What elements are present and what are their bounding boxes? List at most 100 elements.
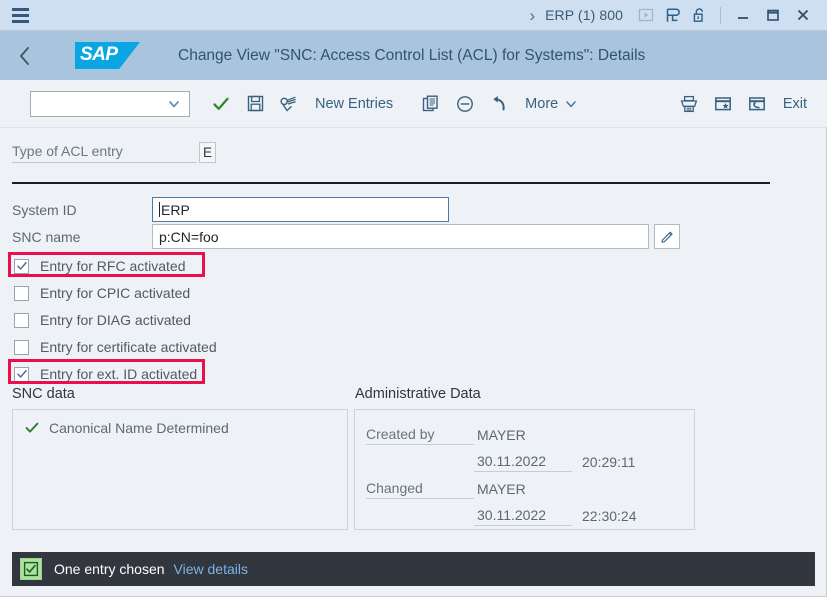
changed-by-value: MAYER xyxy=(477,481,526,497)
sap-logo[interactable]: SAP xyxy=(75,42,140,69)
system-id-value: ERP xyxy=(161,201,190,218)
created-time-value: 20:29:11 xyxy=(582,454,636,470)
display-change-button[interactable] xyxy=(272,87,306,121)
print-icon xyxy=(680,95,698,112)
close-button[interactable] xyxy=(788,2,818,29)
snc-name-label: SNC name xyxy=(12,228,81,245)
admin-created-date-row: 30.11.2022 20:29:11 xyxy=(366,445,637,472)
checkbox-label-rfc: Entry for RFC activated xyxy=(40,258,186,274)
undo-button[interactable] xyxy=(482,87,516,121)
chevron-right-icon[interactable]: › xyxy=(525,7,545,24)
save-button[interactable] xyxy=(238,87,272,121)
changed-label: Changed xyxy=(366,480,474,499)
delete-button[interactable] xyxy=(448,87,482,121)
check-button[interactable] xyxy=(204,87,238,121)
status-message: One entry chosen xyxy=(54,561,165,577)
more-button-label: More xyxy=(525,95,559,112)
check-icon xyxy=(16,369,27,378)
delete-icon xyxy=(457,95,474,112)
snc-name-input[interactable]: p:CN=foo xyxy=(152,224,649,249)
checked-box-icon xyxy=(20,558,42,580)
acl-type-value: E xyxy=(199,142,216,163)
shell-divider xyxy=(720,6,721,24)
changed-date-value: 30.11.2022 xyxy=(474,507,572,526)
checkbox-cpic[interactable] xyxy=(14,285,29,301)
changed-date-spacer xyxy=(366,524,474,526)
snc-name-edit-button[interactable] xyxy=(654,224,680,249)
command-field-icon[interactable] xyxy=(632,2,659,29)
admin-data-panel: Created by MAYER 30.11.2022 20:29:11 Cha… xyxy=(354,409,695,530)
acl-type-row: Type of ACL entry E xyxy=(12,142,216,163)
created-by-label: Created by xyxy=(366,426,474,445)
text-caret xyxy=(159,202,160,217)
checkbox-label-certificate: Entry for certificate activated xyxy=(40,339,217,355)
checkbox-row-certificate[interactable]: Entry for certificate activated xyxy=(14,336,217,358)
generate-icon xyxy=(748,96,765,110)
save-icon xyxy=(247,95,263,112)
check-icon xyxy=(213,97,229,110)
checkbox-label-ext-id: Entry for ext. ID activated xyxy=(40,366,198,382)
checkbox-label-cpic: Entry for CPIC activated xyxy=(40,285,191,301)
created-date-value: 30.11.2022 xyxy=(474,453,572,472)
section-divider xyxy=(12,182,770,184)
checkbox-rfc[interactable] xyxy=(14,258,29,274)
system-id-row: System ID ERP xyxy=(12,197,449,222)
checkbox-row-ext-id[interactable]: Entry for ext. ID activated xyxy=(14,363,197,385)
sap-logo-text: SAP xyxy=(80,44,118,65)
acl-type-label: Type of ACL entry xyxy=(12,143,197,163)
print-button[interactable] xyxy=(672,87,706,121)
snc-data-item-label: Canonical Name Determined xyxy=(49,420,229,436)
checkbox-row-diag[interactable]: Entry for DIAG activated xyxy=(14,309,191,331)
undo-icon xyxy=(493,95,505,110)
changed-time-value: 22:30:24 xyxy=(582,508,637,524)
admin-changed-date-row: 30.11.2022 22:30:24 xyxy=(366,499,637,526)
snc-data-panel: Canonical Name Determined xyxy=(12,409,348,530)
variant-select[interactable] xyxy=(30,90,190,117)
copy-as-button[interactable] xyxy=(414,87,448,121)
snc-data-title: SNC data xyxy=(12,386,75,402)
minimize-button[interactable] xyxy=(728,2,758,29)
copy-as-icon xyxy=(422,95,438,111)
new-session-icon[interactable] xyxy=(659,2,686,29)
exit-button[interactable]: Exit xyxy=(774,87,827,121)
checkbox-certificate[interactable] xyxy=(14,339,29,355)
generate-button[interactable] xyxy=(740,87,774,121)
snc-name-row: SNC name p:CN=foo xyxy=(12,224,680,249)
system-id-label: System ID xyxy=(12,201,77,218)
application-toolbar: New Entries More Exit xyxy=(0,80,827,128)
checkbox-row-cpic[interactable]: Entry for CPIC activated xyxy=(14,282,190,304)
more-button[interactable]: More xyxy=(516,87,587,121)
create-shortcut-button[interactable] xyxy=(706,87,740,121)
sap-gui-window: › ERP (1) 800 SAP Change View "SNC: Acce… xyxy=(0,0,827,597)
checkbox-label-diag: Entry for DIAG activated xyxy=(40,312,191,328)
maximize-button[interactable] xyxy=(758,2,788,29)
admin-data-title: Administrative Data xyxy=(355,386,481,402)
pencil-icon xyxy=(660,231,673,243)
checkbox-ext-id[interactable] xyxy=(14,366,29,382)
shell-bar-right-group: › ERP (1) 800 xyxy=(525,0,827,31)
application-header: SAP Change View "SNC: Access Control Lis… xyxy=(0,31,827,80)
system-id-input[interactable]: ERP xyxy=(152,197,449,222)
green-check-icon xyxy=(25,422,39,433)
checkbox-row-rfc[interactable]: Entry for RFC activated xyxy=(14,255,186,277)
form-body: Type of ACL entry E System ID ERP SNC na… xyxy=(0,129,827,544)
snc-name-value: p:CN=foo xyxy=(159,228,219,245)
created-date-spacer xyxy=(366,470,474,472)
checkbox-diag[interactable] xyxy=(14,312,29,328)
view-details-link[interactable]: View details xyxy=(174,561,248,577)
created-by-value: MAYER xyxy=(477,427,526,443)
chevron-down-icon xyxy=(566,100,577,107)
hamburger-menu-icon[interactable] xyxy=(0,0,38,31)
display-change-icon xyxy=(279,96,296,112)
new-entries-button[interactable]: New Entries xyxy=(306,87,402,121)
shell-bar: › ERP (1) 800 xyxy=(0,0,827,31)
create-shortcut-icon xyxy=(714,96,731,110)
chevron-down-icon xyxy=(169,100,179,107)
admin-created-by-row: Created by MAYER xyxy=(366,418,637,445)
snc-data-item: Canonical Name Determined xyxy=(25,420,229,436)
admin-changed-by-row: Changed MAYER xyxy=(366,472,637,499)
lock-open-icon[interactable] xyxy=(686,2,713,29)
back-button[interactable] xyxy=(0,31,50,80)
status-bar: One entry chosen View details xyxy=(12,552,815,586)
system-info-label: ERP (1) 800 xyxy=(545,7,623,23)
